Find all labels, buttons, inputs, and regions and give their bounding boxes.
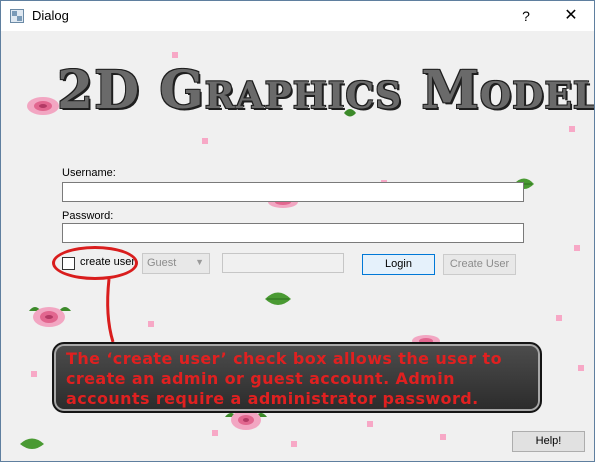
company-logo: 2D Graphics Modeler Inc bbox=[57, 60, 595, 121]
annotation-highlight-ellipse bbox=[52, 246, 138, 280]
login-button[interactable]: Login bbox=[362, 254, 435, 275]
create-user-button[interactable]: Create User bbox=[443, 254, 516, 275]
window-title: Dialog bbox=[32, 8, 69, 23]
admin-password-input[interactable] bbox=[222, 253, 344, 273]
context-help-button[interactable]: ? bbox=[513, 1, 539, 31]
account-type-select[interactable]: Guest ▼ bbox=[142, 253, 210, 274]
callout-text: The ‘create user’ check box allows the u… bbox=[66, 349, 502, 408]
password-input[interactable] bbox=[62, 223, 524, 243]
dialog-window: Dialog ? ✕ 2D Graphics Model Username: P… bbox=[0, 0, 595, 462]
account-type-value: Guest bbox=[147, 257, 177, 269]
username-label: Username: bbox=[62, 167, 116, 179]
chevron-down-icon: ▼ bbox=[195, 257, 204, 267]
close-button[interactable]: ✕ bbox=[553, 1, 589, 31]
dialog-client-area: 2D Graphics Modeler Inc Username: Passwo… bbox=[1, 31, 594, 461]
annotation-callout: The ‘create user’ check box allows the u… bbox=[52, 342, 542, 413]
app-icon bbox=[10, 9, 24, 23]
password-label: Password: bbox=[62, 210, 114, 222]
help-button[interactable]: Help! bbox=[512, 431, 585, 452]
title-bar[interactable]: Dialog ? ✕ bbox=[1, 1, 594, 31]
username-input[interactable] bbox=[62, 182, 524, 202]
